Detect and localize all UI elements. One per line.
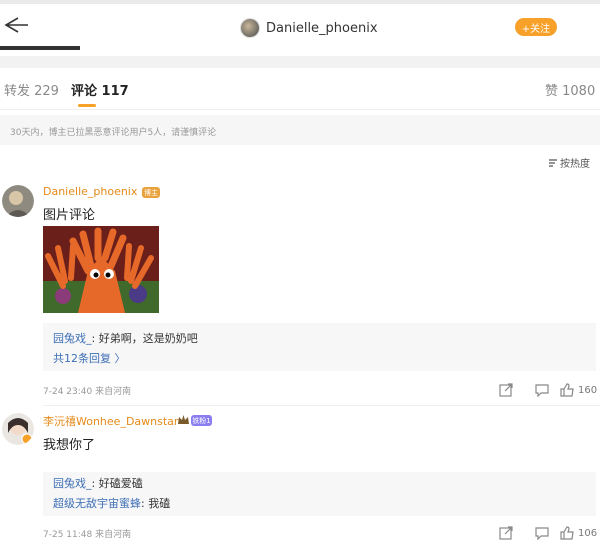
reply-text: : 我磕 (141, 497, 171, 510)
sort-icon (549, 158, 557, 167)
comment-image[interactable] (43, 226, 159, 313)
comment-meta: 7-24 23:40 来自河南 (43, 387, 132, 397)
tab-indicator (78, 104, 96, 107)
reply-username[interactable]: 园兔戏_ (53, 332, 92, 345)
comment-icon (535, 527, 549, 540)
reply-text: : 好磕爱磕 (91, 477, 143, 490)
sort-label: 按热度 (560, 159, 590, 170)
comment-text: 图片评论 (43, 208, 96, 223)
status-bar (0, 0, 600, 4)
back-button[interactable] (0, 12, 30, 38)
comment-text: 我想你了 (43, 438, 96, 453)
comment-icon (535, 384, 549, 397)
share-icon (499, 526, 513, 540)
reply-box: 园兔戏_: 好弟啊，这是奶奶吧 共12条回复 〉 (43, 323, 596, 371)
author-badge: 博主 (142, 187, 160, 198)
like-count: 160 (578, 384, 598, 396)
tab-bar: 转发 229 评论 117 赞 1080 (0, 70, 600, 110)
comment-actions: 160 (488, 382, 597, 398)
fan-badge: 铁粉1 (191, 415, 212, 426)
reply-item[interactable]: 园兔戏_: 好磕爱磕 (53, 474, 586, 494)
comment-notice: 30天内，博主已拉黑恶意评论用户5人，请谨慎评论 (0, 115, 600, 145)
comment-username[interactable]: 李沅禧Wonhee_Dawnstar (43, 413, 178, 429)
follow-button[interactable]: +关注 (515, 18, 557, 36)
like-button[interactable]: 160 (560, 382, 597, 398)
tab-reposts[interactable]: 转发 229 (4, 80, 59, 99)
avatar[interactable] (2, 185, 34, 217)
avatar[interactable] (240, 18, 260, 38)
reply-username[interactable]: 园兔戏_ (53, 477, 92, 490)
more-replies-link[interactable]: 共12条回复 〉 (53, 349, 586, 369)
thumbs-up-icon (560, 383, 574, 397)
tab-likes[interactable]: 赞 1080 (545, 80, 595, 99)
like-button[interactable]: 106 (560, 525, 597, 541)
title-group[interactable]: Danielle_phoenix (240, 16, 378, 40)
like-count: 106 (578, 527, 598, 539)
arrow-left-icon (4, 17, 28, 33)
thumbs-up-icon (560, 526, 574, 540)
top-bar: Danielle_phoenix +关注 (0, 0, 600, 46)
reply-username[interactable]: 超级无敌宇宙蜜蜂 (53, 497, 141, 510)
share-icon (499, 383, 513, 397)
post-content-fragment (0, 46, 80, 50)
share-button[interactable] (488, 382, 524, 398)
reply-button[interactable] (524, 525, 560, 541)
comment-meta: 7-25 11:48 来自河南 (43, 530, 132, 540)
comment-actions: 106 (488, 525, 597, 541)
section-divider (0, 56, 600, 68)
reply-text: : 好弟啊，这是奶奶吧 (91, 332, 198, 345)
avatar[interactable] (2, 413, 34, 445)
reply-button[interactable] (524, 382, 560, 398)
reply-item[interactable]: 园兔戏_: 好弟啊，这是奶奶吧 (53, 329, 586, 349)
page-title: Danielle_phoenix (266, 20, 378, 36)
reply-item[interactable]: 超级无敌宇宙蜜蜂: 我磕 (53, 494, 586, 514)
share-button[interactable] (488, 525, 524, 541)
sort-button[interactable]: 按热度 (548, 155, 590, 170)
reply-box: 园兔戏_: 好磕爱磕 超级无敌宇宙蜜蜂: 我磕 (43, 472, 596, 516)
comment-divider (43, 405, 600, 406)
crown-icon (178, 415, 189, 424)
tab-comments[interactable]: 评论 117 (71, 80, 129, 99)
comment-username[interactable]: Danielle_phoenix (43, 185, 137, 198)
